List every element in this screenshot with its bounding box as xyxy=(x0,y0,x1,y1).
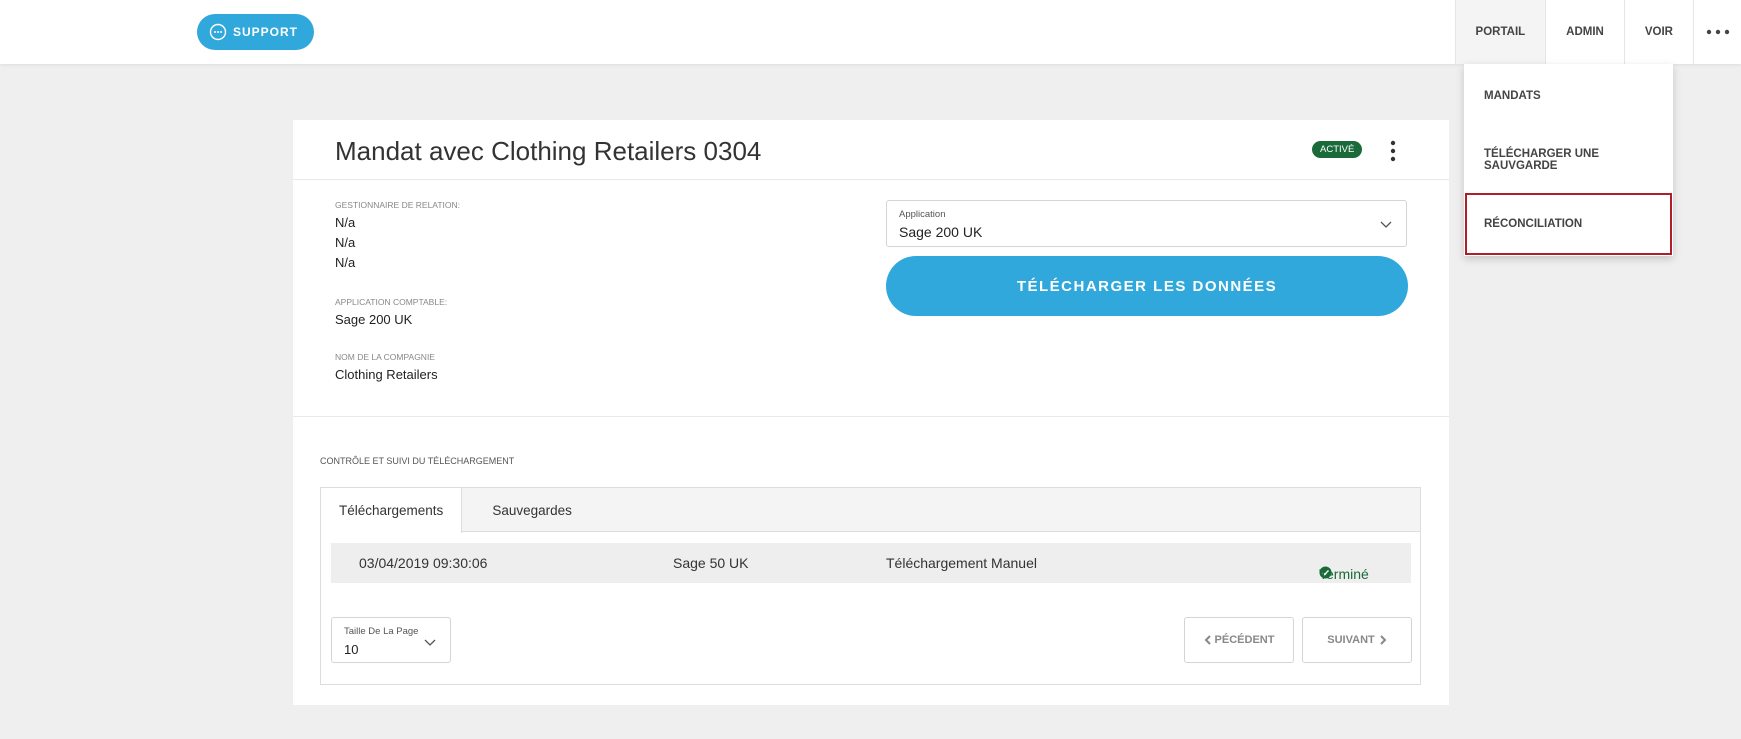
menu-item-mandats[interactable]: MANDATS xyxy=(1464,64,1673,128)
table-row[interactable]: 03/04/2019 09:30:06 Sage 50 UK Télécharg… xyxy=(331,543,1411,583)
support-button-label: SUPPORT xyxy=(233,25,299,39)
previous-page-button[interactable]: PÉCÉDENT xyxy=(1184,617,1294,663)
card-header: Mandat avec Clothing Retailers 0304 ACTI… xyxy=(293,120,1449,180)
next-page-button[interactable]: SUIVANT xyxy=(1302,617,1412,663)
menu-item-reconciliation[interactable]: RÉCONCILIATION xyxy=(1464,192,1673,256)
more-dots-icon xyxy=(1706,26,1730,38)
page-size-select[interactable]: Taille De La Page 10 xyxy=(331,617,451,663)
page-size-label: Taille De La Page xyxy=(344,626,419,637)
accounting-app-value: Sage 200 UK xyxy=(335,312,413,327)
row-application: Sage 50 UK xyxy=(673,555,749,571)
chevron-down-icon xyxy=(1380,217,1392,229)
chevron-down-icon xyxy=(424,635,436,647)
row-type: Téléchargement Manuel xyxy=(886,555,1037,571)
company-name-value: Clothing Retailers xyxy=(335,367,438,382)
relation-manager-label: GESTIONNAIRE DE RELATION: xyxy=(335,200,461,210)
mandate-card: Mandat avec Clothing Retailers 0304 ACTI… xyxy=(293,120,1449,705)
chevron-left-icon xyxy=(1204,635,1212,645)
card-options-icon[interactable] xyxy=(1390,140,1400,162)
tracking-panel: Téléchargements Sauvegardes 03/04/2019 0… xyxy=(320,487,1421,685)
mandate-info: GESTIONNAIRE DE RELATION: N/a N/a N/a AP… xyxy=(335,200,460,385)
download-data-button[interactable]: TÉLÉCHARGER LES DONNÉES xyxy=(886,256,1408,316)
status-badge: ACTIVÉ xyxy=(1312,141,1363,158)
section-divider xyxy=(293,416,1449,417)
nav-item-admin[interactable]: ADMIN xyxy=(1545,0,1624,64)
main-nav: PORTAIL ADMIN VOIR xyxy=(1454,0,1741,64)
chat-bubble-icon xyxy=(209,23,227,41)
chevron-right-icon xyxy=(1379,635,1387,645)
tracking-section-label: CONTRÔLE ET SUIVI DU TÉLÉCHARGEMENT xyxy=(320,456,515,466)
page-title: Mandat avec Clothing Retailers 0304 xyxy=(335,136,762,166)
application-select-value: Sage 200 UK xyxy=(899,224,983,240)
previous-page-label: PÉCÉDENT xyxy=(1214,634,1275,646)
row-status-label: Terminé xyxy=(1319,566,1369,582)
application-select-label: Application xyxy=(899,209,946,220)
relation-manager-value: N/a xyxy=(335,255,356,270)
next-page-label: SUIVANT xyxy=(1327,634,1375,646)
menu-item-upload-backup[interactable]: TÉLÉCHARGER UNE SAUVGARDE xyxy=(1464,128,1673,192)
relation-manager-value: N/a xyxy=(335,235,356,250)
nav-item-voir[interactable]: VOIR xyxy=(1623,0,1693,64)
page-size-value: 10 xyxy=(344,642,359,657)
nav-item-portail[interactable]: PORTAIL xyxy=(1454,0,1546,64)
relation-manager-value: N/a xyxy=(335,215,356,230)
top-bar: SUPPORT PORTAIL ADMIN VOIR xyxy=(0,0,1741,64)
accounting-app-label: APPLICATION COMPTABLE: xyxy=(335,297,448,307)
company-name-label: NOM DE LA COMPAGNIE xyxy=(335,352,435,362)
more-menu-button[interactable] xyxy=(1693,0,1741,64)
row-datetime: 03/04/2019 09:30:06 xyxy=(359,555,488,571)
tab-backups[interactable]: Sauvegardes xyxy=(462,488,590,532)
portail-dropdown-menu: MANDATS TÉLÉCHARGER UNE SAUVGARDE RÉCONC… xyxy=(1464,64,1673,256)
tracking-tabs: Téléchargements Sauvegardes xyxy=(321,488,1420,533)
tab-downloads[interactable]: Téléchargements xyxy=(321,488,463,533)
support-button[interactable]: SUPPORT xyxy=(197,14,315,50)
application-select[interactable]: Application Sage 200 UK xyxy=(886,200,1407,247)
